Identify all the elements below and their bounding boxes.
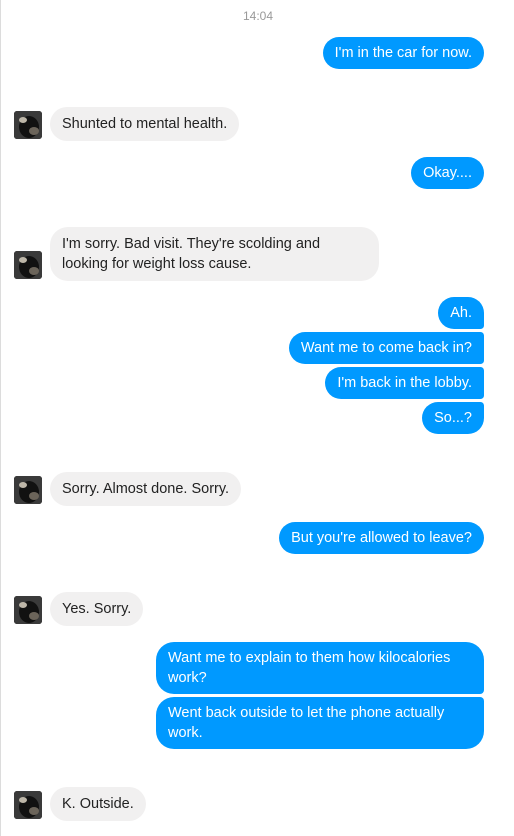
incoming-message[interactable]: Sorry. Almost done. Sorry. xyxy=(50,472,242,506)
incoming-message[interactable]: Shunted to mental health. xyxy=(50,107,240,141)
outgoing-message[interactable]: Went back outside to let the phone actua… xyxy=(156,697,484,749)
outgoing-message[interactable]: I'm in the car for now. xyxy=(322,37,484,69)
outgoing-message[interactable]: Okay.... xyxy=(411,157,484,189)
chat-window: 14:04 I'm in the car for now. Shunted to… xyxy=(0,0,514,836)
timestamp: 14:04 xyxy=(242,9,274,23)
contact-avatar-icon[interactable] xyxy=(14,476,42,504)
outgoing-message[interactable]: I'm back in the lobby. xyxy=(325,367,484,399)
contact-avatar-icon[interactable] xyxy=(14,596,42,624)
contact-avatar-icon[interactable] xyxy=(14,251,42,279)
contact-avatar-icon[interactable] xyxy=(14,791,42,819)
contact-avatar-icon[interactable] xyxy=(14,111,42,139)
outgoing-message[interactable]: Want me to explain to them how kilocalor… xyxy=(156,642,484,694)
outgoing-message[interactable]: Ah. xyxy=(438,297,484,329)
incoming-message[interactable]: Yes. Sorry. xyxy=(50,592,144,626)
outgoing-message[interactable]: But you're allowed to leave? xyxy=(279,522,484,554)
incoming-message[interactable]: K. Outside. xyxy=(50,787,146,821)
incoming-message[interactable]: I'm sorry. Bad visit. They're scolding a… xyxy=(50,227,379,281)
outgoing-message[interactable]: Want me to come back in? xyxy=(288,332,484,364)
outgoing-message[interactable]: So...? xyxy=(422,402,484,434)
